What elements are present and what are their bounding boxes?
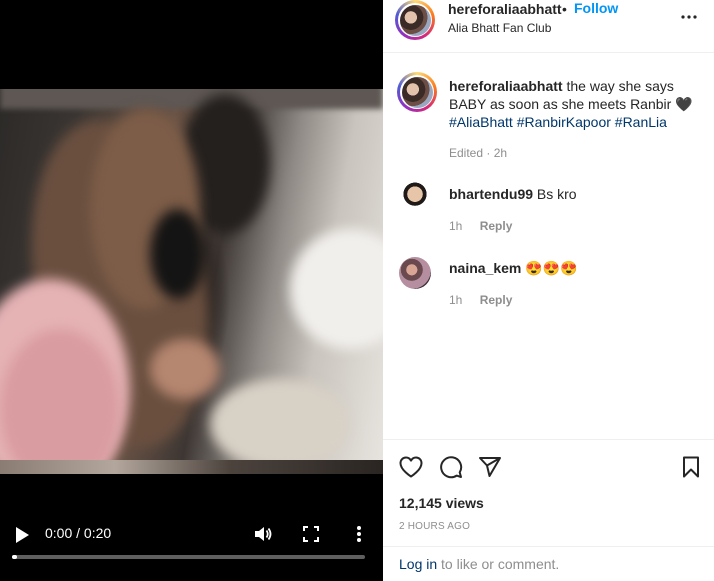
comment-body: 😍😍😍 xyxy=(525,260,578,276)
video-time-display: 0:00 / 0:20 xyxy=(45,525,112,541)
more-horizontal-icon xyxy=(681,15,697,19)
share-button[interactable] xyxy=(477,454,503,480)
video-frame-detail xyxy=(0,460,383,474)
post-panel: hereforaliaabhatt • Follow Alia Bhatt Fa… xyxy=(383,0,714,581)
volume-icon xyxy=(255,527,272,541)
view-count[interactable]: 12,145 views xyxy=(399,495,484,511)
comment: naina_kem 😍😍😍 xyxy=(449,260,578,277)
comment-meta: 1h Reply xyxy=(449,293,512,307)
heart-icon xyxy=(399,456,423,478)
login-prompt: Log in to like or comment. xyxy=(399,556,559,572)
follow-button[interactable]: Follow xyxy=(574,0,618,16)
header-separator: • xyxy=(562,1,567,17)
comment-meta: 1h Reply xyxy=(449,219,512,233)
caption-username[interactable]: hereforaliaabhatt xyxy=(449,78,563,94)
seek-bar-progress xyxy=(12,555,18,559)
header-location[interactable]: Alia Bhatt Fan Club xyxy=(448,21,551,35)
video-player[interactable]: 0:00 / 0:20 xyxy=(0,0,383,581)
bookmark-icon xyxy=(683,456,699,478)
actions-divider xyxy=(383,439,714,440)
video-frame-detail xyxy=(0,89,383,109)
fullscreen-button[interactable] xyxy=(298,521,324,547)
header-username[interactable]: hereforaliaabhatt xyxy=(448,1,562,17)
hashtag-link[interactable]: #RanbirKapoor xyxy=(517,114,611,130)
video-frame[interactable] xyxy=(0,89,383,474)
header-avatar[interactable] xyxy=(395,0,435,40)
hashtag-link[interactable]: #RanLia xyxy=(615,114,667,130)
comment: bhartendu99 Bs kro xyxy=(449,186,577,202)
more-vertical-icon xyxy=(357,526,361,542)
paper-plane-icon xyxy=(479,457,501,477)
avatar-image xyxy=(401,76,433,108)
avatar-inner xyxy=(400,75,434,109)
comment-time: 1h xyxy=(449,293,463,307)
video-frame-detail xyxy=(150,339,220,399)
hashtag-link[interactable]: #AliaBhatt xyxy=(449,114,513,130)
avatar-image xyxy=(399,4,431,36)
header-divider xyxy=(383,52,714,53)
post-timestamp[interactable]: 2 HOURS AGO xyxy=(399,521,470,532)
login-divider xyxy=(383,546,714,547)
like-button[interactable] xyxy=(398,454,424,480)
save-button[interactable] xyxy=(678,454,704,480)
caption: hereforaliaabhatt the way she says BABY … xyxy=(449,77,707,131)
comment-username[interactable]: bhartendu99 xyxy=(449,186,533,202)
video-more-button[interactable] xyxy=(346,521,372,547)
comment-avatar[interactable] xyxy=(399,182,431,214)
play-button[interactable] xyxy=(10,523,34,547)
speech-bubble-icon xyxy=(440,456,463,479)
play-icon xyxy=(16,527,29,543)
login-link[interactable]: Log in xyxy=(399,556,437,572)
comment-avatar[interactable] xyxy=(399,257,431,289)
reply-button[interactable]: Reply xyxy=(480,293,513,307)
caption-meta: Edited · 2h xyxy=(449,146,508,160)
video-controls: 0:00 / 0:20 xyxy=(0,515,383,581)
video-frame-detail xyxy=(150,209,205,299)
volume-button[interactable] xyxy=(250,521,276,547)
comment-body: Bs kro xyxy=(536,186,577,202)
login-prompt-text: to like or comment. xyxy=(437,556,560,572)
video-frame-detail xyxy=(290,229,383,349)
post-options-button[interactable] xyxy=(678,6,700,28)
fullscreen-icon xyxy=(303,526,319,542)
comment-button[interactable] xyxy=(438,454,464,480)
avatar-inner xyxy=(398,3,432,37)
seek-bar[interactable] xyxy=(12,555,365,559)
comment-username[interactable]: naina_kem xyxy=(449,260,521,276)
reply-button[interactable]: Reply xyxy=(480,219,513,233)
comment-time: 1h xyxy=(449,219,463,233)
video-frame-detail xyxy=(210,379,350,469)
caption-avatar[interactable] xyxy=(397,72,437,112)
